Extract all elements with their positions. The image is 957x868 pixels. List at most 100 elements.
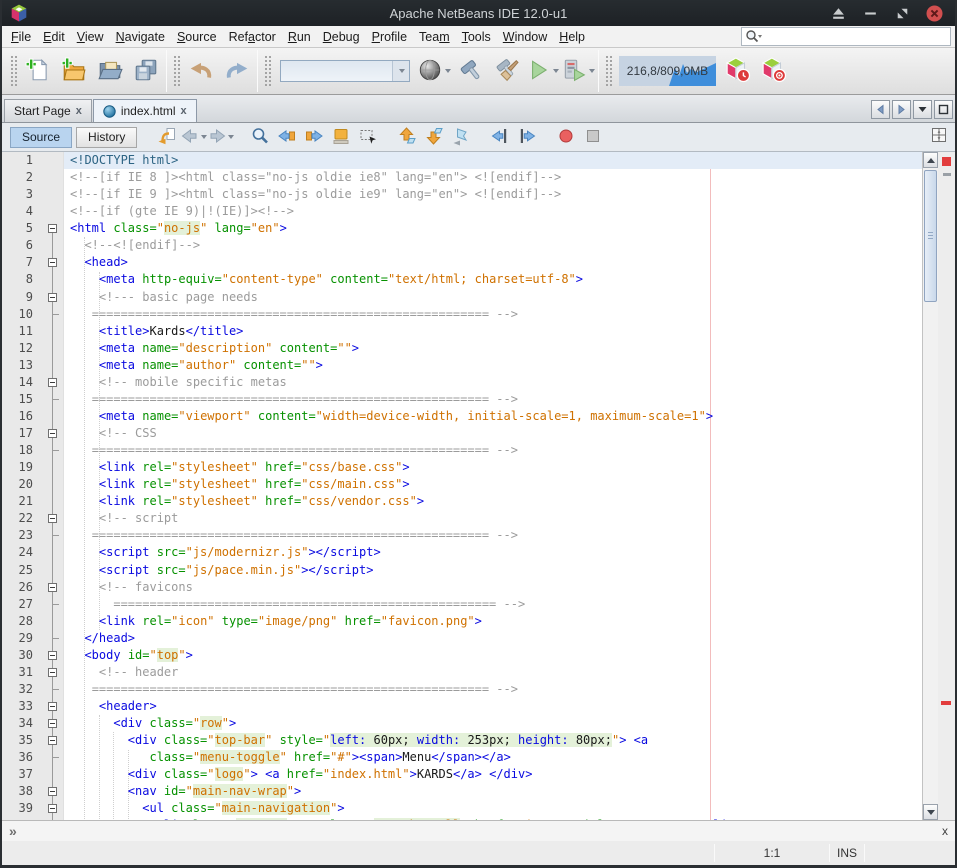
error-stripe[interactable]: [938, 152, 955, 820]
code-text[interactable]: <script src="js/modernizr.js"></script>: [64, 544, 922, 561]
open-project-button[interactable]: [92, 52, 128, 90]
code-editor[interactable]: 1<!DOCTYPE html>2<!--[if IE 8 ]><html cl…: [2, 152, 955, 820]
toolbar-drag-handle[interactable]: [9, 54, 17, 88]
combo-dropdown-icon[interactable]: [392, 61, 409, 81]
code-text[interactable]: ========================================…: [64, 681, 922, 698]
breadcrumb-close-icon[interactable]: x: [942, 824, 948, 838]
code-text[interactable]: <!-- script: [64, 510, 922, 527]
code-line[interactable]: 28 <link rel="icon" type="image/png" hre…: [2, 613, 922, 630]
source-view-button[interactable]: Source: [10, 127, 72, 148]
prev-bookmark-button[interactable]: [393, 125, 420, 149]
dropdown-arrow-icon[interactable]: [228, 135, 234, 139]
code-line[interactable]: 40 <li class="current"><a class="smooths…: [2, 817, 922, 820]
shift-left-button[interactable]: [486, 125, 513, 149]
code-line[interactable]: 34 <div class="row">: [2, 715, 922, 732]
code-text[interactable]: ========================================…: [64, 391, 922, 408]
fold-collapse-icon[interactable]: [48, 702, 57, 711]
code-line[interactable]: 25 <script src="js/pace.min.js"></script…: [2, 562, 922, 579]
shade-button[interactable]: [830, 5, 847, 22]
code-text[interactable]: <!--[if IE 8 ]><html class="no-js oldie …: [64, 169, 922, 186]
back-button[interactable]: [180, 125, 207, 149]
fold-collapse-icon[interactable]: [48, 719, 57, 728]
code-text[interactable]: </head>: [64, 630, 922, 647]
code-text[interactable]: <header>: [64, 698, 922, 715]
menu-debug[interactable]: Debug: [317, 28, 366, 46]
toggle-bookmark-button[interactable]: [447, 125, 474, 149]
code-line[interactable]: 15 =====================================…: [2, 391, 922, 408]
split-document-icon[interactable]: [931, 127, 947, 148]
code-line[interactable]: 4<!--[if (gte IE 9)|!(IE)]><!-->: [2, 203, 922, 220]
code-line[interactable]: 22 <!-- script: [2, 510, 922, 527]
dropdown-arrow-icon[interactable]: [589, 69, 595, 73]
code-text[interactable]: <head>: [64, 254, 922, 271]
code-line[interactable]: 33 <header>: [2, 698, 922, 715]
tab-scroll-right-button[interactable]: [892, 100, 911, 119]
code-text[interactable]: <nav id="main-nav-wrap">: [64, 783, 922, 800]
fold-collapse-icon[interactable]: [48, 514, 57, 523]
code-line[interactable]: 17 <!-- CSS: [2, 425, 922, 442]
code-text[interactable]: <meta name="description" content="">: [64, 340, 922, 357]
menu-source[interactable]: Source: [171, 28, 223, 46]
code-line[interactable]: 13 <meta name="author" content="">: [2, 357, 922, 374]
code-text[interactable]: <meta name="viewport" content="width=dev…: [64, 408, 922, 425]
menu-refactor[interactable]: Refactor: [223, 28, 282, 46]
code-text[interactable]: <link rel="icon" type="image/png" href="…: [64, 613, 922, 630]
restore-button[interactable]: [894, 5, 911, 22]
scroll-up-button[interactable]: [923, 152, 938, 168]
scrollbar-thumb[interactable]: [924, 170, 937, 302]
code-text[interactable]: ========================================…: [64, 442, 922, 459]
code-line[interactable]: 27 =====================================…: [2, 596, 922, 613]
find-prev-button[interactable]: [273, 125, 300, 149]
code-text[interactable]: <link rel="stylesheet" href="css/main.cs…: [64, 476, 922, 493]
code-text[interactable]: <!--<![endif]-->: [64, 237, 922, 254]
code-line[interactable]: 3<!--[if IE 9 ]><html class="no-js oldie…: [2, 186, 922, 203]
quick-search-box[interactable]: [741, 27, 951, 46]
vertical-scrollbar[interactable]: [922, 152, 938, 820]
last-edit-button[interactable]: [153, 125, 180, 149]
run-button[interactable]: [524, 52, 560, 90]
code-line[interactable]: 10 =====================================…: [2, 306, 922, 323]
code-line[interactable]: 39 <ul class="main-navigation">: [2, 800, 922, 817]
code-line[interactable]: 7 <head>: [2, 254, 922, 271]
shift-right-button[interactable]: [513, 125, 540, 149]
code-text[interactable]: <link rel="stylesheet" href="css/vendor.…: [64, 493, 922, 510]
code-line[interactable]: 11 <title>Kards</title>: [2, 323, 922, 340]
menu-edit[interactable]: Edit: [37, 28, 71, 46]
error-stripe-caret-mark[interactable]: [943, 173, 951, 176]
menu-view[interactable]: View: [71, 28, 110, 46]
tab-close-icon[interactable]: x: [181, 106, 187, 116]
search-input[interactable]: [764, 29, 947, 44]
code-line[interactable]: 37 <div class="logo"> <a href="index.htm…: [2, 766, 922, 783]
code-line[interactable]: 32 =====================================…: [2, 681, 922, 698]
code-text[interactable]: <!DOCTYPE html>: [64, 152, 922, 169]
toolbar-drag-handle[interactable]: [263, 54, 271, 88]
code-text[interactable]: <meta http-equiv="content-type" content=…: [64, 271, 922, 288]
code-line[interactable]: 20 <link rel="stylesheet" href="css/main…: [2, 476, 922, 493]
debug-button[interactable]: [560, 52, 596, 90]
code-text[interactable]: <ul class="main-navigation">: [64, 800, 922, 817]
forward-button[interactable]: [207, 125, 234, 149]
code-line[interactable]: 26 <!-- favicons: [2, 579, 922, 596]
code-line[interactable]: 19 <link rel="stylesheet" href="css/base…: [2, 459, 922, 476]
code-line[interactable]: 31 <!-- header: [2, 664, 922, 681]
fold-collapse-icon[interactable]: [48, 224, 57, 233]
code-text[interactable]: <!-- CSS: [64, 425, 922, 442]
macro-record-button[interactable]: [552, 125, 579, 149]
code-text[interactable]: ========================================…: [64, 306, 922, 323]
rect-select-button[interactable]: [354, 125, 381, 149]
fold-collapse-icon[interactable]: [48, 736, 57, 745]
fold-collapse-icon[interactable]: [48, 293, 57, 302]
code-line[interactable]: 24 <script src="js/modernizr.js"></scrip…: [2, 544, 922, 561]
code-text[interactable]: <div class="row">: [64, 715, 922, 732]
code-text[interactable]: ========================================…: [64, 596, 922, 613]
code-line[interactable]: 21 <link rel="stylesheet" href="css/vend…: [2, 493, 922, 510]
new-project-button[interactable]: [56, 52, 92, 90]
menu-file[interactable]: File: [5, 28, 37, 46]
error-stripe-error-mark[interactable]: [942, 157, 951, 166]
dropdown-arrow-icon[interactable]: [553, 69, 559, 73]
menu-window[interactable]: Window: [497, 28, 553, 46]
menu-profile[interactable]: Profile: [366, 28, 413, 46]
menu-run[interactable]: Run: [282, 28, 317, 46]
scroll-down-button[interactable]: [923, 804, 938, 820]
find-button[interactable]: [246, 125, 273, 149]
